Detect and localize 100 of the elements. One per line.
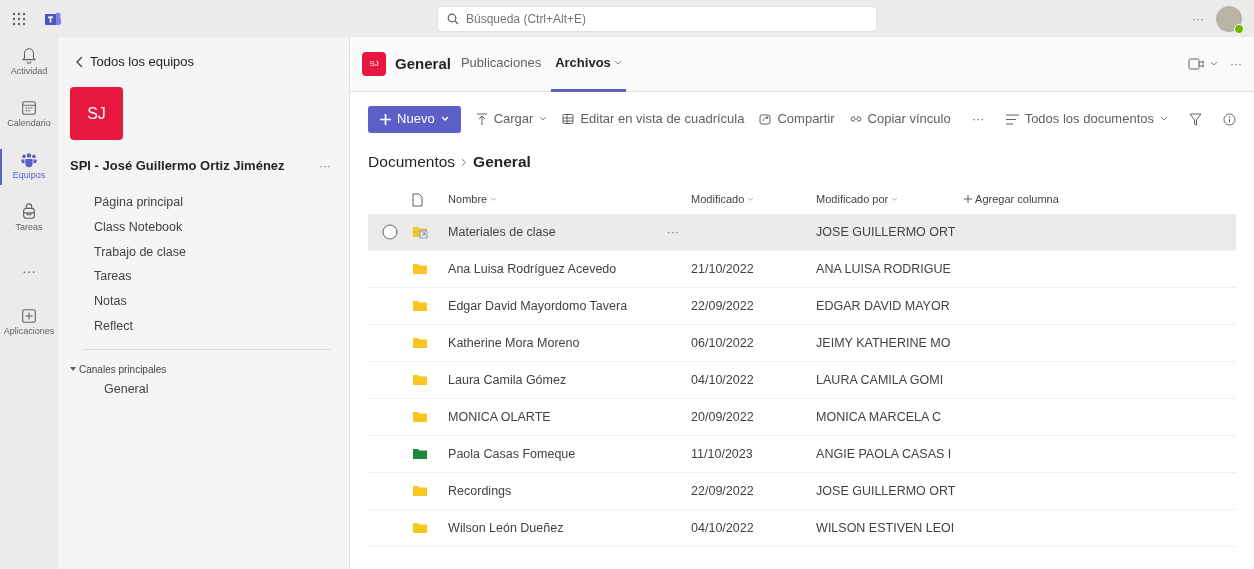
filter-icon[interactable] <box>1189 112 1202 126</box>
rail-item[interactable]: Aplicaciones <box>0 297 58 349</box>
chevron-down-icon <box>747 196 755 202</box>
column-header[interactable]: Nombre <box>448 190 498 208</box>
chevron-down-icon <box>539 116 548 122</box>
nav-link[interactable]: Class Notebook <box>64 214 183 240</box>
file-name[interactable]: Recordings <box>448 481 512 501</box>
file-name[interactable]: Katherine Mora Moreno <box>448 333 580 353</box>
nav-link[interactable]: Reflect <box>64 313 133 339</box>
modified-date: 20/09/2022 <box>691 409 754 424</box>
file-name[interactable]: Wilson León Dueñez <box>448 518 564 538</box>
bell-icon <box>20 47 38 66</box>
toolbar-button[interactable]: Cargar <box>469 109 554 129</box>
list-icon <box>1005 113 1019 125</box>
rail-item[interactable]: Actividad <box>0 37 58 89</box>
status-icon <box>1234 23 1244 34</box>
file-name[interactable]: Ana Luisa Rodríguez Acevedo <box>448 259 617 279</box>
file-row[interactable]: Materiales de clase ··· JOSE GUILLERMO ORT <box>368 214 1236 251</box>
modified-date: 04/10/2022 <box>691 520 754 535</box>
modified-by: LAURA CAMILA GOMI <box>816 372 944 387</box>
chevron-down-icon <box>891 196 899 202</box>
nav-link[interactable]: Página principal <box>64 190 183 215</box>
column-header[interactable]: Modificado por <box>816 190 899 208</box>
chevron-down-icon <box>613 59 622 66</box>
file-type-icon <box>412 192 424 207</box>
file-row[interactable]: Recordings 22/09/2022 JOSE GUILLERMO ORT <box>368 473 1236 510</box>
team-name: SPI - José Guillermo Ortiz Jiménez <box>70 157 285 176</box>
file-row[interactable]: Ana Luisa Rodríguez Acevedo 21/10/2022 ANA LUISA RODRIGUE <box>368 251 1236 288</box>
rail-item[interactable]: ··· <box>0 245 58 297</box>
tab[interactable]: Archivos <box>551 36 626 92</box>
modified-date: 11/10/2023 <box>691 446 753 461</box>
video-call-icon[interactable] <box>1188 58 1204 70</box>
back-icon <box>76 56 84 68</box>
search-icon <box>447 12 459 25</box>
chevron-down-icon <box>490 196 498 202</box>
modified-by: JOSE GUILLERMO ORT <box>816 224 956 239</box>
file-row[interactable]: Laura Camila Gómez 04/10/2022 LAURA CAMILA GOMI <box>368 362 1236 399</box>
modified-date: 22/09/2022 <box>691 483 754 498</box>
section-header[interactable]: Canales principales <box>64 361 173 377</box>
chevron-down-icon[interactable] <box>1210 61 1218 67</box>
new-button[interactable]: Nuevo <box>368 105 461 133</box>
info-icon[interactable] <box>1223 112 1236 126</box>
column-header[interactable]: Modificado <box>691 190 755 208</box>
chevron-right-icon <box>461 157 468 167</box>
rail-item[interactable]: Tareas <box>0 193 58 245</box>
file-row[interactable]: Katherine Mora Moreno 06/10/2022 JEIMY KATHERINE MO <box>368 325 1236 362</box>
modified-by: WILSON ESTIVEN LEOI <box>816 520 955 535</box>
modified-by: EDGAR DAVID MAYOR <box>816 298 950 313</box>
search-field[interactable]: Búsqueda (Ctrl+Alt+E) <box>437 5 877 32</box>
toolbar-button[interactable]: Compartir <box>753 109 841 129</box>
more-button[interactable]: ··· <box>1230 55 1242 73</box>
rail-item[interactable]: Calendario <box>0 89 58 141</box>
file-row[interactable]: MONICA OLARTE 20/09/2022 MONICA MARCELA C <box>368 399 1236 436</box>
file-name[interactable]: Paola Casas Fomeque <box>448 444 576 464</box>
modified-date: 21/10/2022 <box>691 261 754 276</box>
file-name[interactable]: Laura Camila Gómez <box>448 370 567 390</box>
view-selector[interactable]: Todos los documentos <box>999 109 1174 129</box>
file-name[interactable]: Edgar David Mayordomo Tavera <box>448 296 628 316</box>
calendar-icon <box>20 99 38 118</box>
file-row[interactable]: Paola Casas Fomeque 11/10/2023 ANGIE PAOLA CASAS I <box>368 436 1236 473</box>
upload-icon <box>475 113 488 125</box>
channel-avatar: SJ <box>362 52 387 76</box>
app-launcher-icon[interactable] <box>12 11 26 26</box>
plus-icon <box>380 113 392 125</box>
modified-date: 04/10/2022 <box>691 372 754 387</box>
caret-icon <box>70 366 76 372</box>
channel-link[interactable]: General <box>64 376 149 402</box>
file-row[interactable]: Wilson León Dueñez 04/10/2022 WILSON ESTIVEN LEOI <box>368 510 1236 547</box>
channel-title: General <box>395 53 451 74</box>
modified-by: ANA LUISA RODRIGUE <box>816 261 951 276</box>
file-row[interactable]: Edgar David Mayordomo Tavera 22/09/2022 EDGAR DAVID MAYOR <box>368 288 1236 325</box>
chevron-down-icon <box>440 116 449 122</box>
nav-link[interactable]: Notas <box>64 289 127 314</box>
avatar-placeholder[interactable] <box>1216 5 1242 32</box>
more-button[interactable]: ··· <box>319 157 332 175</box>
toolbar-button[interactable]: Editar en vista de cuadrícula <box>556 109 751 129</box>
modified-date: 22/09/2022 <box>691 298 754 313</box>
select-circle-icon[interactable] <box>382 224 399 240</box>
file-name[interactable]: MONICA OLARTE <box>448 407 551 427</box>
back-button[interactable]: Todos los equipos <box>70 52 201 72</box>
more-button[interactable]: ··· <box>965 109 991 129</box>
nav-link[interactable]: Trabajo de clase <box>64 239 186 265</box>
team-avatar: SJ <box>70 87 123 140</box>
rail-item[interactable]: Equipos <box>0 141 58 193</box>
nav-link[interactable]: Tareas <box>64 264 132 289</box>
modified-by: MONICA MARCELA C <box>816 409 942 424</box>
toolbar-button[interactable]: Copiar vínculo <box>843 109 957 129</box>
modified-by: ANGIE PAOLA CASAS I <box>816 446 952 461</box>
add-column-button[interactable]: Agregar columna <box>958 190 1065 208</box>
modified-by: JOSE GUILLERMO ORT <box>816 483 956 498</box>
more-button[interactable]: ··· <box>666 222 680 242</box>
modified-date: 06/10/2022 <box>691 335 754 350</box>
breadcrumb-link[interactable]: Documentos <box>368 150 456 174</box>
link-icon <box>849 113 862 125</box>
modified-by: JEIMY KATHERINE MO <box>816 335 951 350</box>
file-name[interactable]: Materiales de clase <box>448 222 556 242</box>
tab[interactable]: Publicaciones <box>456 36 546 92</box>
share-icon <box>759 113 772 125</box>
more-button[interactable]: ··· <box>1192 9 1204 28</box>
app-logo-icon <box>44 10 62 27</box>
